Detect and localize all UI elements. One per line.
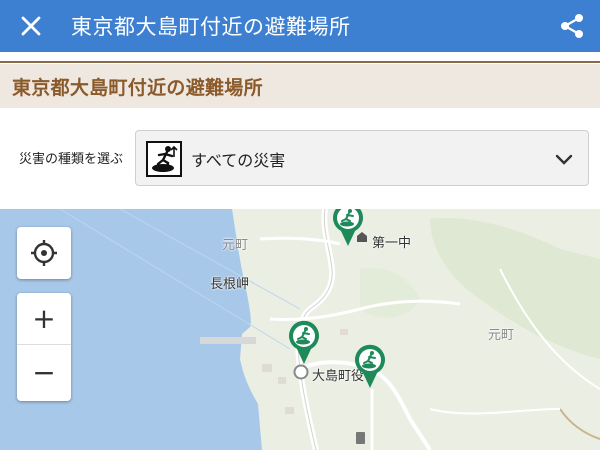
map-label-motomachi: 元町 [222,238,249,253]
crosshair-icon [31,240,57,266]
disaster-type-select[interactable]: すべての災害 [135,130,589,186]
app-bar: 東京都大島町付近の避難場所 [0,0,600,52]
evacuation-site-pin[interactable] [287,319,321,365]
map-label-daiichi-chu: 第一中 [372,236,412,251]
close-icon[interactable] [17,12,45,40]
plus-icon: + [32,301,56,335]
zoom-out-button[interactable]: − [17,345,71,400]
locate-control [17,227,71,279]
evacuation-icon [146,141,182,177]
zoom-in-button[interactable]: + [17,293,71,345]
zoom-control: + − [17,293,71,401]
minus-icon: − [32,355,56,389]
evacuation-site-pin[interactable] [331,209,365,247]
map-label-motomachi-east: 元町 [488,328,515,343]
evacuation-site-pin[interactable] [353,343,387,389]
locate-button[interactable] [17,227,71,279]
map-label-nagane-misaki: 長根岬 [210,277,250,292]
section-header: 東京都大島町付近の避難場所 [0,64,600,108]
header-divider [0,52,600,64]
disaster-type-value: すべての災害 [191,151,286,170]
section-title: 東京都大島町付近の避難場所 [12,76,263,99]
chevron-down-icon [554,149,574,169]
map-view[interactable]: 元町 第一中 長根岬 元町 大島町役 + − [0,209,600,450]
share-icon[interactable] [558,12,586,40]
disaster-type-label: 災害の種類を選ぶ [19,152,124,167]
page-title: 東京都大島町付近の避難場所 [71,15,351,39]
